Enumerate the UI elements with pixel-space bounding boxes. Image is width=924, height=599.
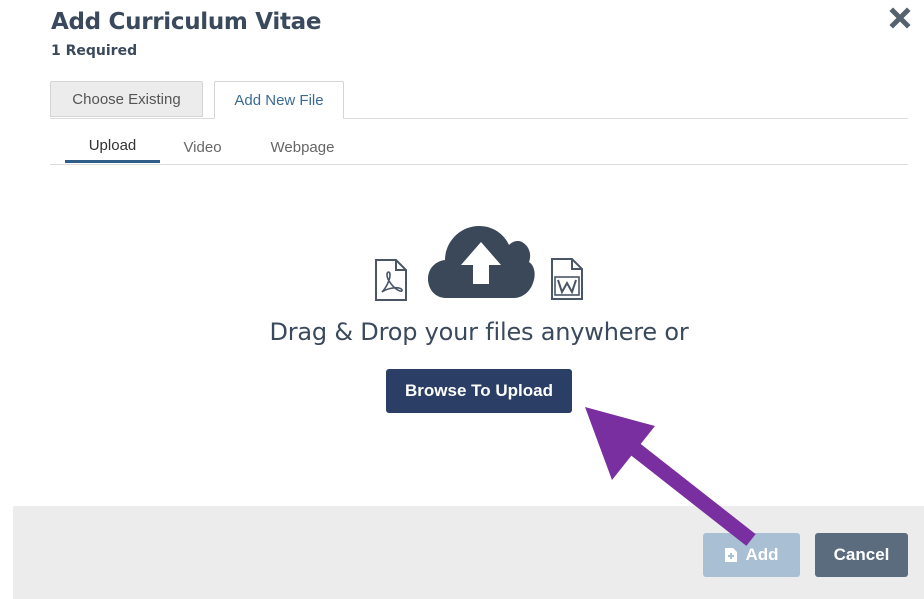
dialog-title: Add Curriculum Vitae (51, 9, 322, 35)
browse-to-upload-button[interactable]: Browse To Upload (386, 369, 572, 413)
subtab-upload[interactable]: Upload (65, 131, 160, 163)
tab-choose-existing[interactable]: Choose Existing (50, 81, 203, 117)
cancel-button[interactable]: Cancel (815, 533, 908, 577)
dropzone-icons (0, 220, 924, 310)
subtab-video[interactable]: Video (170, 131, 235, 163)
add-button[interactable]: Add (703, 533, 800, 577)
dialog-footer: Add Cancel (13, 506, 924, 599)
cloud-upload-icon (428, 226, 535, 298)
dropzone-instruction: Drag & Drop your files anywhere or (269, 318, 689, 346)
close-button[interactable] (885, 4, 915, 32)
required-count: 1 Required (51, 43, 138, 59)
subtab-webpage[interactable]: Webpage (255, 131, 350, 163)
file-plus-icon (725, 548, 738, 562)
upload-type-tabs: Upload Video Webpage (50, 131, 908, 165)
word-file-icon (551, 258, 583, 300)
pdf-file-icon (375, 259, 407, 301)
tab-add-new-file[interactable]: Add New File (214, 81, 344, 119)
close-x-icon (889, 7, 911, 29)
source-tabs: Choose Existing Add New File (50, 81, 908, 119)
add-button-label: Add (745, 545, 779, 564)
